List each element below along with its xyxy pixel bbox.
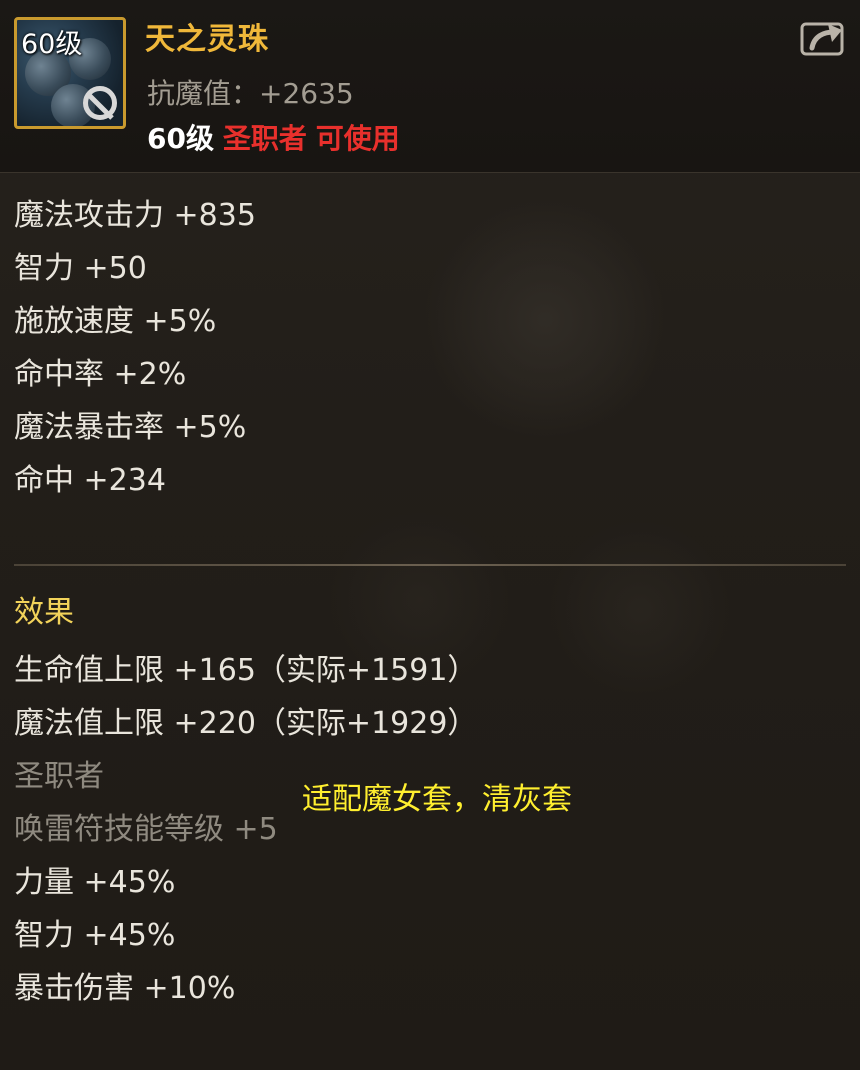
stat-line: 命中 +234: [14, 463, 166, 498]
effect-line: 魔法值上限 +220（实际+1929）: [14, 706, 478, 741]
share-arrow-icon[interactable]: [800, 18, 846, 56]
stat-line: 魔法暴击率 +5%: [14, 410, 247, 445]
requirement-usable: 可使用: [315, 122, 400, 155]
stat-line: 施放速度 +5%: [14, 304, 217, 339]
requirement-class: 圣职者: [222, 122, 307, 155]
effect-line: 圣职者: [14, 759, 104, 794]
item-sub-stat: 抗魔值：+2635: [147, 77, 354, 110]
item-level-tag: 60级: [21, 29, 83, 60]
stat-line: 魔法攻击力 +835: [14, 198, 256, 233]
stat-line: 命中率 +2%: [14, 357, 187, 392]
prohibited-icon: [83, 86, 117, 120]
item-tooltip: 60级 天之灵珠 抗魔值：+2635 60级 圣职者 可使用 魔法攻击力 +83…: [0, 0, 860, 1070]
effect-line: 暴击伤害 +10%: [14, 971, 236, 1006]
tooltip-header: 60级 天之灵珠 抗魔值：+2635 60级 圣职者 可使用: [0, 0, 860, 173]
requirement-line: 60级 圣职者 可使用: [147, 117, 400, 157]
stat-line: 智力 +50: [14, 251, 147, 286]
item-name: 天之灵珠: [145, 22, 269, 57]
effects-title: 效果: [14, 595, 74, 630]
effect-line: 力量 +45%: [14, 865, 176, 900]
effect-line: 生命值上限 +165（实际+1591）: [14, 653, 478, 688]
section-divider: [14, 564, 846, 566]
item-icon[interactable]: 60级: [14, 17, 126, 129]
effect-line: 唤雷符技能等级 +5: [14, 812, 278, 847]
effect-line: 智力 +45%: [14, 918, 176, 953]
requirement-level: 60级: [147, 122, 214, 155]
annotation-note: 适配魔女套，清灰套: [302, 782, 572, 817]
